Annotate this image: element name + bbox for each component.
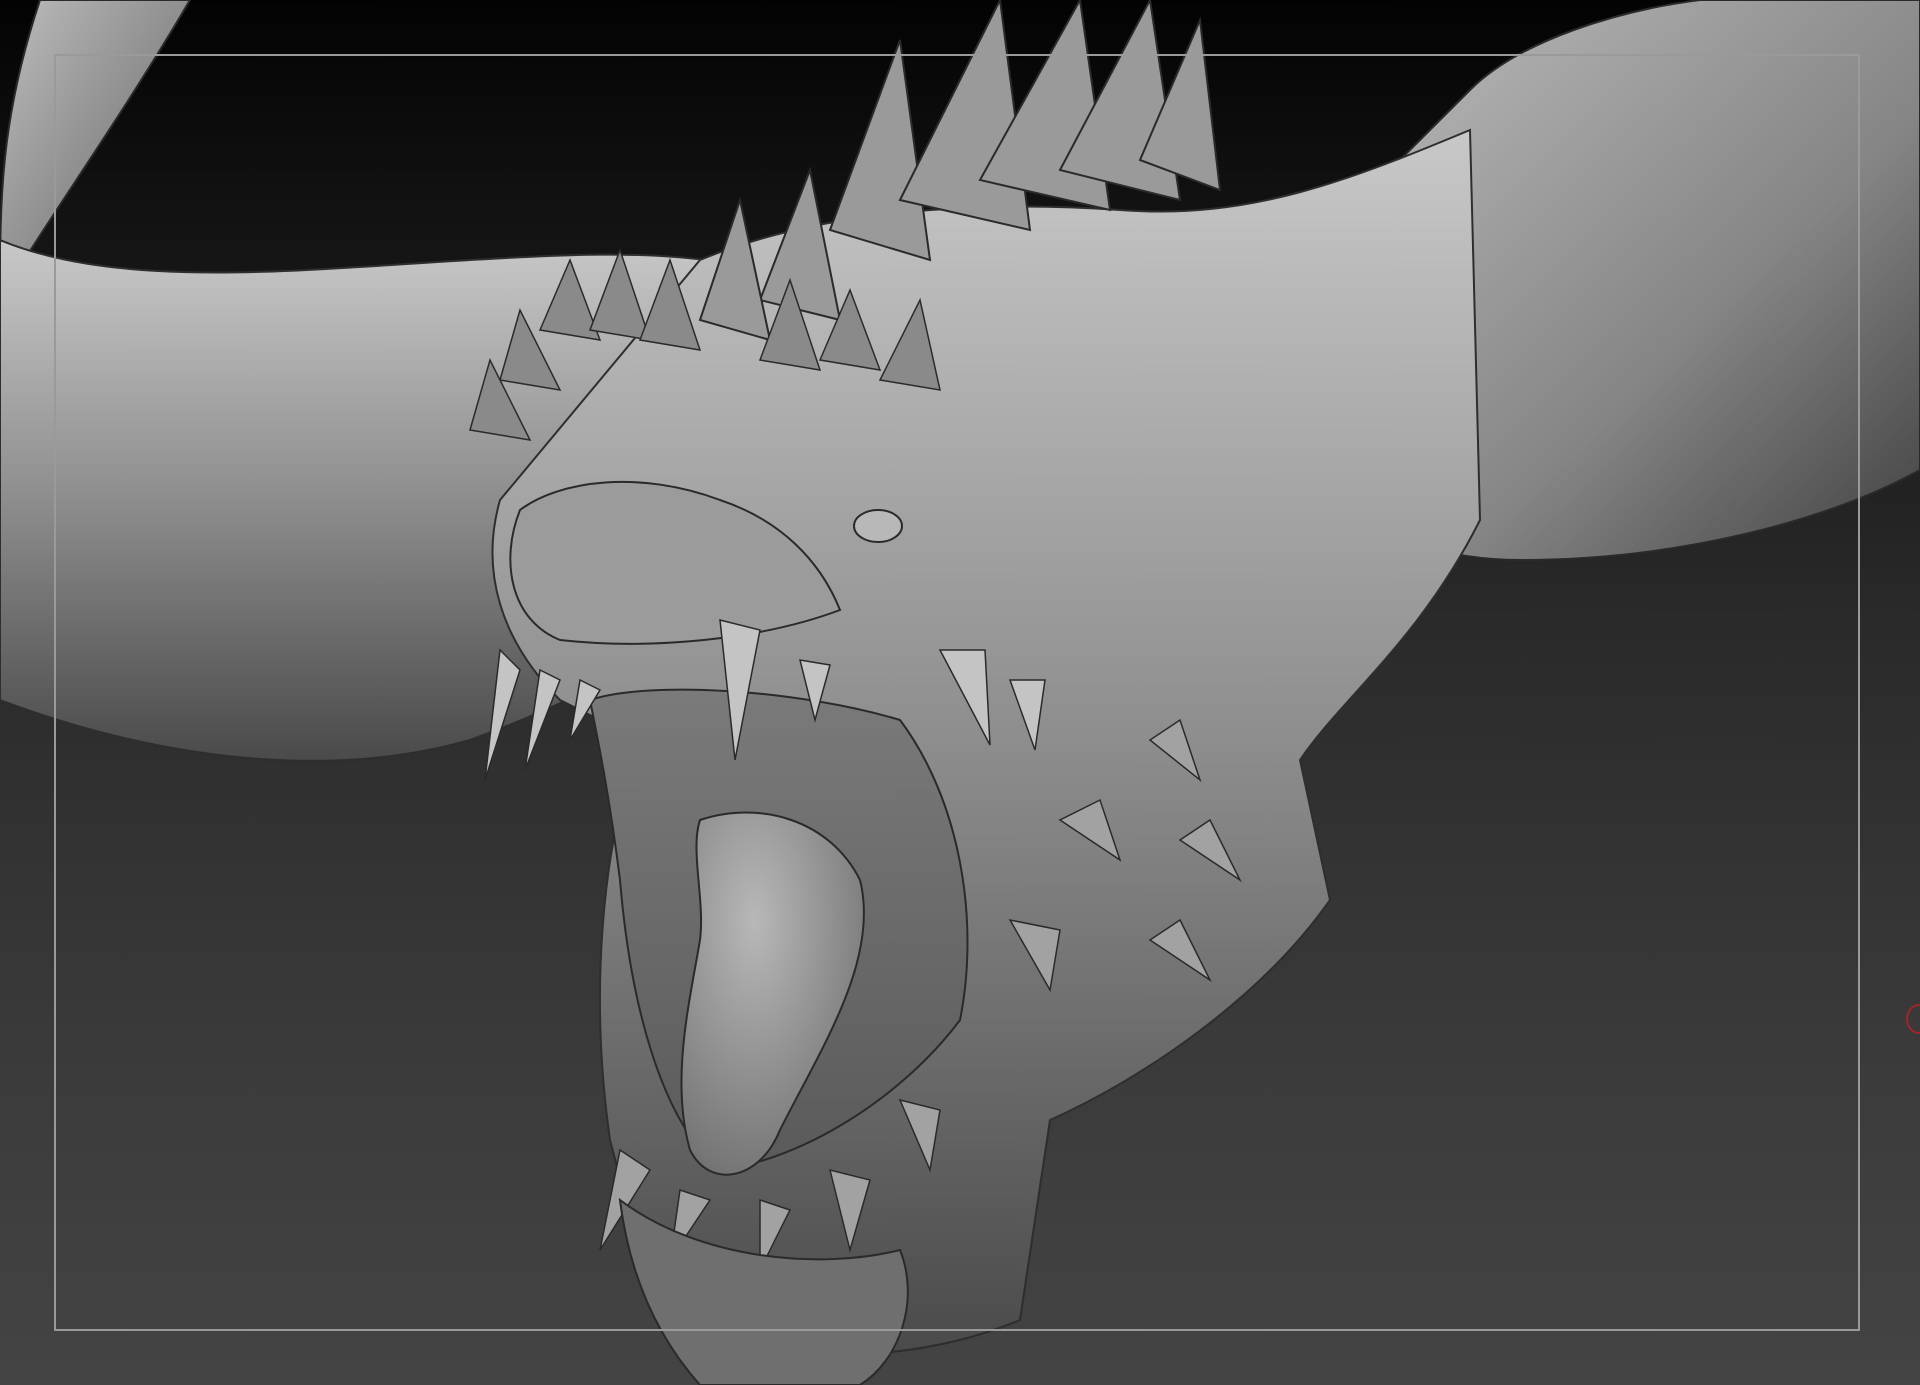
dragon-model[interactable] <box>0 0 1920 1385</box>
eye <box>853 509 903 543</box>
sculpt-viewport[interactable] <box>0 0 1920 1385</box>
